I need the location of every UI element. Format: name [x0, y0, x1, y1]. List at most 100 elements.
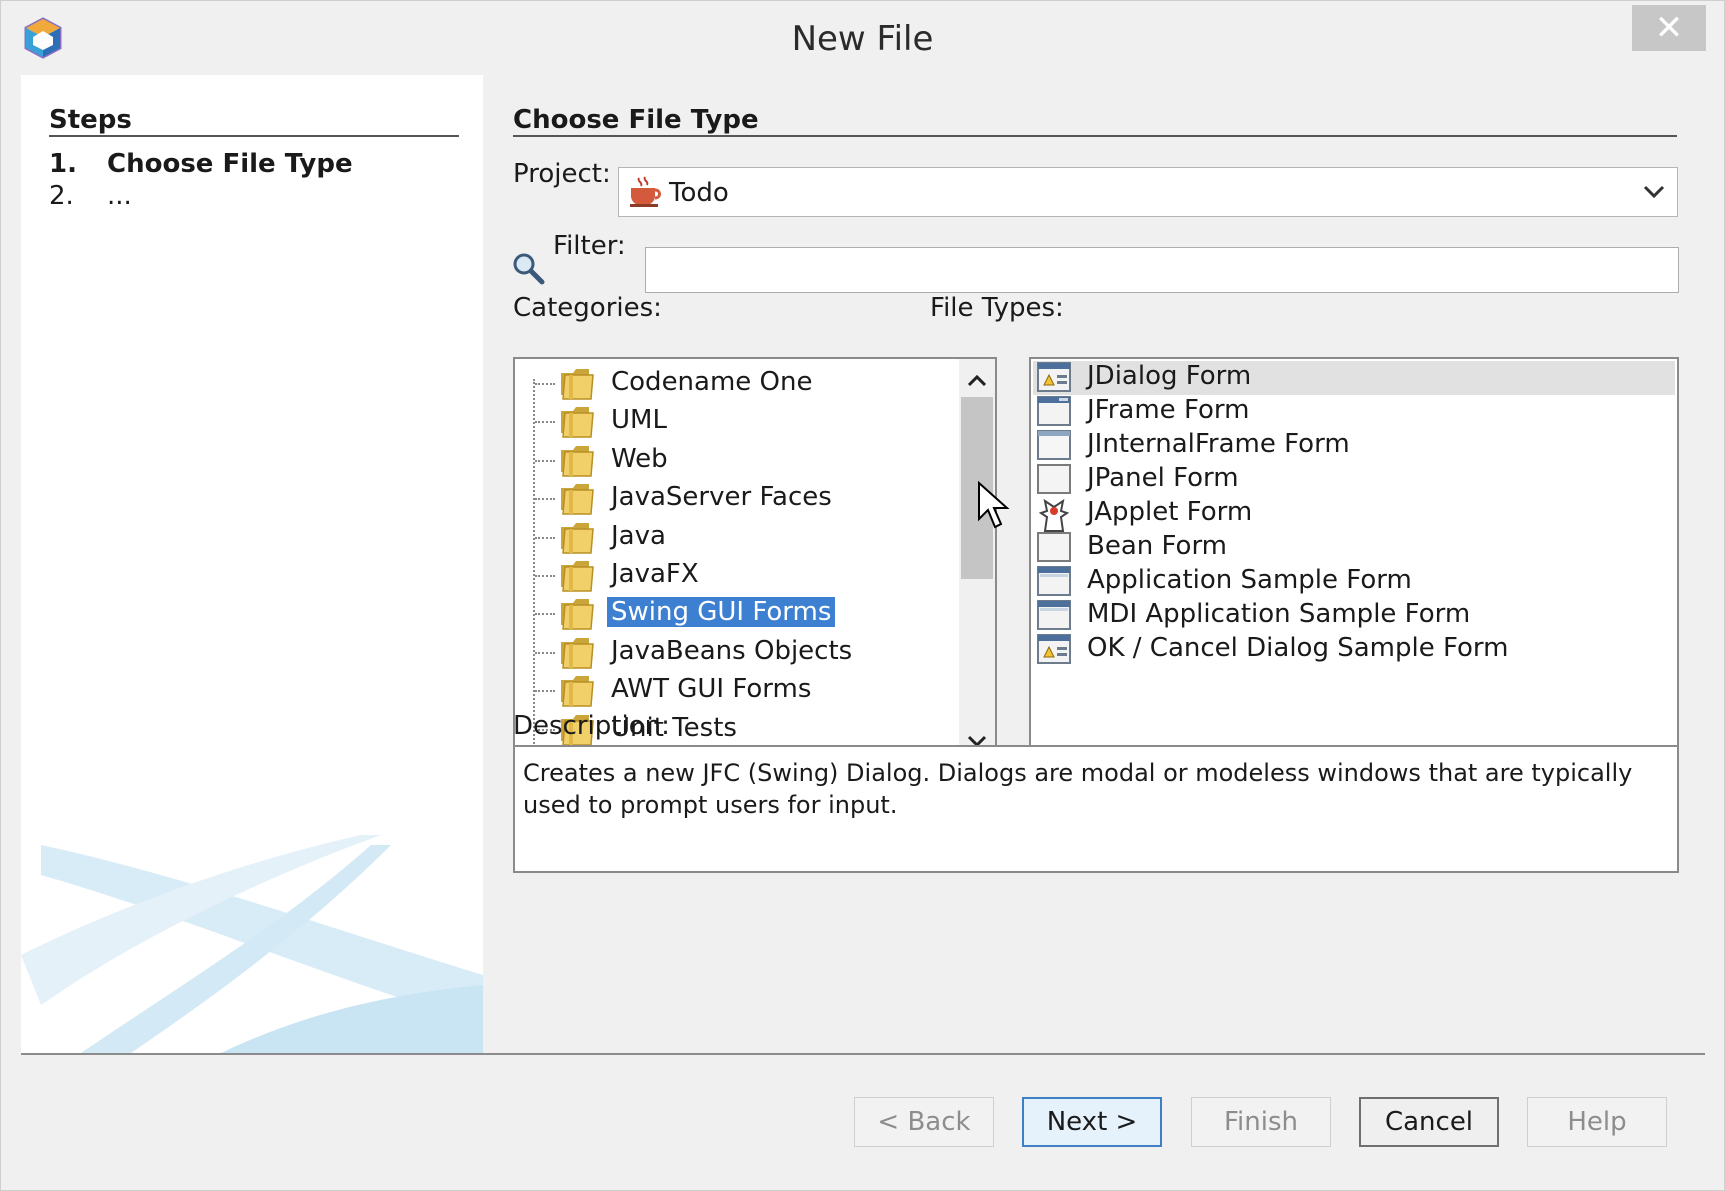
project-combobox[interactable]: Todo: [618, 167, 1678, 217]
scroll-up-icon[interactable]: [963, 369, 991, 393]
description-label: Description:: [513, 711, 670, 741]
tree-connector: [535, 613, 555, 616]
dialog-form-icon: [1037, 361, 1071, 397]
category-label: JavaFX: [611, 559, 699, 589]
finish-button[interactable]: Finish: [1191, 1097, 1331, 1147]
filter-input[interactable]: [645, 247, 1679, 293]
file-type-label: JDialog Form: [1087, 361, 1252, 391]
help-button[interactable]: Help: [1527, 1097, 1667, 1147]
file-type-item[interactable]: Application Sample Form: [1033, 565, 1675, 599]
close-button[interactable]: ✕: [1632, 5, 1706, 51]
tree-connector: [535, 536, 555, 539]
section-divider: [513, 135, 1677, 137]
category-item[interactable]: AWT GUI Forms: [515, 670, 955, 710]
dialog-title: New File: [791, 19, 934, 59]
step-item-2: 2....: [49, 181, 132, 211]
folder-icon: [559, 557, 597, 597]
file-type-item[interactable]: OK / Cancel Dialog Sample Form: [1033, 633, 1675, 667]
steps-heading: Steps: [49, 105, 132, 135]
step-label: Choose File Type: [107, 149, 353, 179]
steps-panel: Steps 1. Choose File Type 2....: [21, 75, 483, 1053]
search-icon: [513, 253, 545, 285]
cancel-button[interactable]: Cancel: [1359, 1097, 1499, 1147]
filter-label: Filter:: [553, 231, 626, 261]
description-text: Creates a new JFC (Swing) Dialog. Dialog…: [513, 745, 1679, 873]
java-coffee-cup-icon: [630, 176, 661, 207]
tree-connector: [535, 383, 555, 385]
file-types-label: File Types:: [930, 293, 1064, 323]
mdi-form-icon: [1037, 599, 1071, 635]
title-bar[interactable]: New File ✕: [1, 1, 1724, 73]
file-type-label: MDI Application Sample Form: [1087, 599, 1471, 629]
file-type-label: JInternalFrame Form: [1087, 429, 1350, 459]
project-label: Project:: [513, 159, 611, 189]
internal-frame-icon: [1037, 429, 1071, 465]
ok-cancel-dialog-icon: [1037, 633, 1071, 669]
chevron-down-icon[interactable]: [1637, 176, 1671, 208]
category-item[interactable]: Codename One: [515, 363, 955, 403]
folder-icon: [559, 403, 597, 443]
file-type-item[interactable]: MDI Application Sample Form: [1033, 599, 1675, 633]
folder-icon: [559, 365, 597, 405]
category-label: AWT GUI Forms: [611, 674, 812, 705]
new-file-dialog: New File ✕ Steps 1. Choose File Type 2...…: [0, 0, 1725, 1191]
file-type-label: Application Sample Form: [1087, 565, 1412, 595]
file-types-list[interactable]: JDialog Form JFrame Form JInternalFrame Fo…: [1029, 357, 1679, 761]
tree-connector: [535, 459, 555, 462]
panel-form-icon: [1037, 463, 1071, 499]
next-button[interactable]: Next >: [1022, 1097, 1162, 1147]
tree-connector: [535, 421, 555, 424]
categories-label: Categories:: [513, 293, 662, 323]
file-type-item[interactable]: JFrame Form: [1033, 395, 1675, 429]
tree-connector: [535, 498, 555, 501]
project-value: Todo: [669, 178, 729, 208]
content-panel: Choose File Type Project: Todo Filter: C…: [483, 75, 1705, 1053]
step-number: 2.: [49, 181, 74, 211]
category-item[interactable]: JavaServer Faces: [515, 478, 955, 518]
category-item[interactable]: JavaBeans Objects: [515, 632, 955, 672]
folder-icon: [559, 480, 597, 520]
tree-connector: [535, 690, 555, 693]
category-item[interactable]: JavaFX: [515, 555, 955, 595]
category-item[interactable]: UML: [515, 401, 955, 441]
category-label: JavaBeans Objects: [611, 635, 853, 666]
categories-tree[interactable]: Codename One UML Web JavaServer Faces Java Ja…: [513, 357, 997, 761]
file-type-label: JPanel Form: [1087, 463, 1239, 493]
category-label: UML: [611, 405, 667, 436]
folder-icon: [559, 519, 597, 559]
frame-form-icon: [1037, 395, 1071, 431]
file-type-label: OK / Cancel Dialog Sample Form: [1087, 633, 1509, 663]
step-number: 1.: [49, 149, 77, 179]
back-button[interactable]: < Back: [854, 1097, 994, 1147]
file-type-label: JApplet Form: [1087, 497, 1253, 527]
category-label: Java: [611, 520, 666, 551]
category-item[interactable]: Java: [515, 517, 955, 557]
file-type-item[interactable]: JApplet Form: [1033, 497, 1675, 532]
category-item[interactable]: Web: [515, 440, 955, 480]
file-type-item[interactable]: JDialog Form: [1033, 361, 1675, 395]
application-form-icon: [1037, 565, 1071, 601]
category-label: JavaServer Faces: [611, 482, 832, 513]
button-bar-divider: [21, 1053, 1705, 1055]
tree-connector: [535, 651, 555, 654]
file-type-label: JFrame Form: [1087, 395, 1250, 425]
folder-icon: [559, 634, 597, 674]
file-type-label: Bean Form: [1087, 531, 1228, 561]
category-item[interactable]: Swing GUI Forms: [515, 593, 955, 633]
decorative-swoosh: [21, 835, 483, 1053]
step-label: ...: [107, 181, 132, 211]
category-label: Codename One: [611, 367, 813, 397]
file-type-item[interactable]: JInternalFrame Form: [1033, 429, 1675, 463]
bean-form-icon: [1037, 531, 1071, 567]
step-item-1: 1. Choose File Type: [49, 149, 353, 179]
file-type-item[interactable]: Bean Form: [1033, 531, 1675, 565]
tree-connector: [535, 575, 555, 577]
steps-divider: [49, 135, 459, 137]
category-label: Swing GUI Forms: [607, 597, 836, 628]
categories-scrollbar[interactable]: [959, 359, 995, 759]
file-type-item[interactable]: JPanel Form: [1033, 463, 1675, 497]
category-label: Web: [611, 443, 668, 474]
mouse-pointer-icon: [978, 481, 1010, 529]
section-title: Choose File Type: [513, 105, 759, 135]
folder-icon: [559, 595, 597, 635]
